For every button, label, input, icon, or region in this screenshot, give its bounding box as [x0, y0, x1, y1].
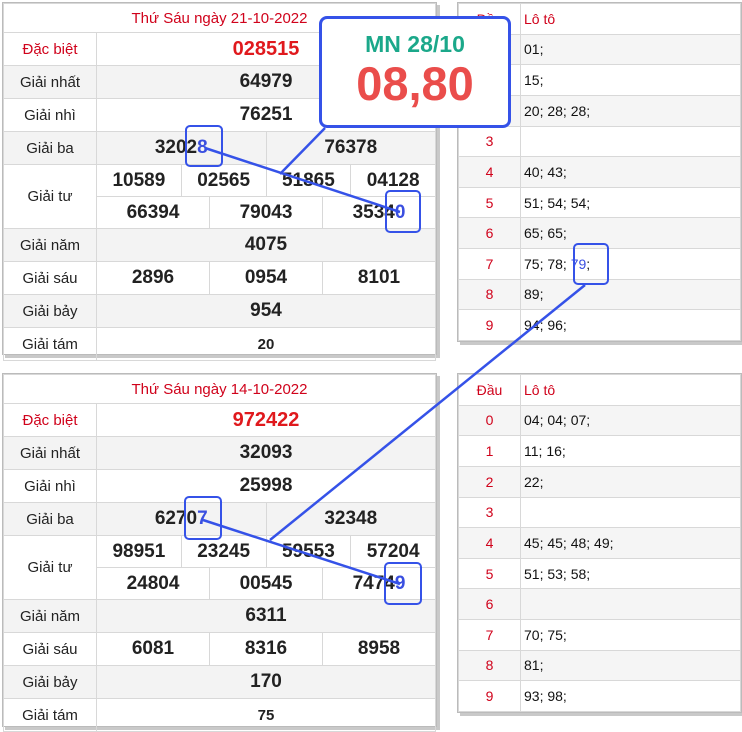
loto-head-digit: 8 [458, 278, 521, 311]
prize-label: Giải năm [3, 599, 97, 633]
loto-head-digit: 3 [458, 125, 521, 158]
special-prize-value: 972422 [96, 403, 436, 437]
loto-head-digit: 4 [458, 527, 521, 559]
loto-head-digit: 9 [458, 680, 521, 712]
loto-values: 81; [520, 649, 741, 682]
fifth-prize-value: 4075 [96, 228, 436, 262]
sixth-prize-value: 6081 [96, 632, 210, 666]
prize-label: Giải năm [3, 228, 97, 262]
seventh-prize-value: 954 [96, 294, 436, 328]
prize-label: Giải sáu [3, 632, 97, 666]
bottom-loto-panel: Đầu Lô tô 0 04; 04; 07; 1 11; 16; 2 22; 3 44… [457, 373, 742, 713]
fourth-prize-value: 51865 [265, 164, 352, 197]
highlight-box [184, 496, 222, 540]
fourth-prize-value: 98951 [96, 535, 182, 568]
fourth-prize-value: 23245 [180, 535, 267, 568]
loto-values: 01; [520, 33, 741, 66]
loto-head-digit: 3 [458, 496, 521, 529]
callout-number: 08,80 [356, 57, 474, 110]
bottom-result-table: Thứ Sáu ngày 14-10-2022 Đặc biệt 972422 G… [3, 374, 436, 732]
loto-head-digit: 5 [458, 557, 521, 590]
draw-date-header: Thứ Sáu ngày 14-10-2022 [3, 374, 436, 404]
loto-values: 51; 53; 58; [520, 557, 741, 590]
sixth-prize-value: 0954 [209, 261, 323, 295]
fourth-prize-value: 59553 [265, 535, 352, 568]
loto-head-digit: 6 [458, 588, 521, 620]
loto-head-digit: 7 [458, 619, 521, 651]
fourth-prize-value: 24804 [96, 567, 210, 600]
prize-label: Giải ba [3, 131, 97, 165]
sixth-prize-value: 8101 [322, 261, 436, 295]
callout-title: MN 28/10 [365, 31, 465, 57]
prize-label: Giải sáu [3, 261, 97, 295]
prize-label: Giải tám [3, 327, 97, 361]
loto-values [520, 125, 741, 158]
loto-values: 11; 16; [520, 435, 741, 467]
loto-values: 51; 54; 54; [520, 186, 741, 219]
loto-values: 22; [520, 465, 741, 498]
fifth-prize-value: 6311 [96, 599, 436, 633]
fourth-prize-value: 00545 [209, 567, 323, 600]
third-prize-value: 62707 [96, 502, 267, 536]
sixth-prize-value: 2896 [96, 261, 210, 295]
loto-values [520, 588, 741, 620]
prize-label: Đặc biệt [3, 403, 97, 437]
loto-head-digit: 1 [458, 435, 521, 467]
loto-values: 04; 04; 07; [520, 404, 741, 437]
highlight-box [573, 243, 609, 285]
loto-head-digit: 2 [458, 465, 521, 498]
prize-label: Giải nhất [3, 436, 97, 470]
loto-head-digit: 0 [458, 404, 521, 437]
loto-values [520, 496, 741, 529]
loto-head-digit: 9 [458, 309, 521, 341]
loto-values: 65; 65; [520, 217, 741, 249]
second-prize-value: 25998 [96, 469, 436, 503]
prize-label: Đặc biệt [3, 32, 97, 66]
loto-values: 20; 28; 28; [520, 94, 741, 127]
prize-label: Giải nhất [3, 65, 97, 99]
bottom-loto-table: Đầu Lô tô 0 04; 04; 07; 1 11; 16; 2 22; 3 44… [458, 374, 741, 712]
loto-head-digit: 5 [458, 186, 521, 219]
highlight-box [185, 125, 223, 167]
highlight-box [385, 190, 421, 233]
third-prize-value: 32028 [96, 131, 267, 165]
loto-value-col: Lô tô [520, 374, 741, 406]
loto-head-digit: 6 [458, 217, 521, 249]
loto-head-col: Đầu [458, 374, 521, 406]
loto-head-digit: 7 [458, 248, 521, 280]
loto-head-digit: 8 [458, 649, 521, 682]
loto-values: 70; 75; [520, 619, 741, 651]
loto-values: 45; 45; 48; 49; [520, 527, 741, 559]
third-prize-value: 76378 [265, 131, 436, 165]
seventh-prize-value: 170 [96, 665, 436, 699]
fourth-prize-value: 02565 [180, 164, 267, 197]
third-prize-value: 32348 [265, 502, 436, 536]
prize-label: Giải tư [3, 535, 97, 600]
prize-label: Giải nhì [3, 469, 97, 503]
fourth-prize-value: 10589 [96, 164, 182, 197]
loto-values-row-7: 75; 78; 79; [520, 248, 741, 280]
prize-label: Giải tư [3, 164, 97, 229]
loto-values: 89; [520, 278, 741, 311]
prize-label: Giải bảy [3, 294, 97, 328]
fourth-prize-value: 66394 [96, 196, 210, 229]
loto-values: 40; 43; [520, 156, 741, 188]
eighth-prize-value: 20 [96, 327, 436, 361]
prize-label: Giải nhì [3, 98, 97, 132]
loto-value-col: Lô tô [520, 3, 741, 35]
fourth-prize-value: 79043 [209, 196, 323, 229]
bottom-result-panel: Thứ Sáu ngày 14-10-2022 Đặc biệt 972422 G… [2, 373, 437, 732]
highlight-box [384, 562, 422, 605]
loto-values: 75; 78; [524, 255, 571, 272]
prize-label: Giải ba [3, 502, 97, 536]
sixth-prize-value: 8958 [322, 632, 436, 666]
prize-label: Giải bảy [3, 665, 97, 699]
loto-values: 94; 96; [520, 309, 741, 341]
sixth-prize-value: 8316 [209, 632, 323, 666]
prediction-callout: MN 28/10 08,80 [319, 16, 511, 128]
loto-values: 93; 98; [520, 680, 741, 712]
loto-values: 15; [520, 64, 741, 96]
first-prize-value: 32093 [96, 436, 436, 470]
loto-head-digit: 4 [458, 156, 521, 188]
